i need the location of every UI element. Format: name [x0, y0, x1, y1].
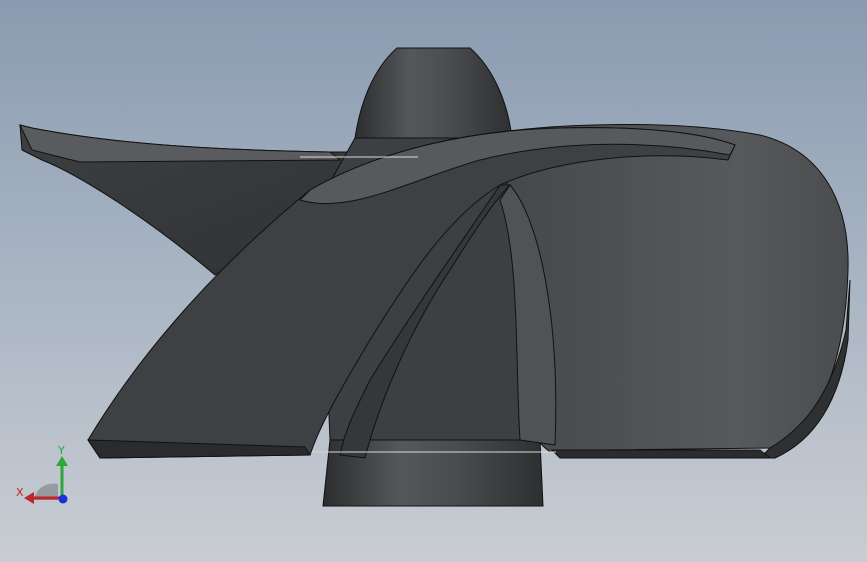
x-axis-label: X — [16, 486, 24, 499]
blade-right — [479, 123, 851, 459]
graphics-viewport[interactable]: X Y — [0, 0, 867, 562]
y-axis-arrow — [56, 456, 68, 466]
z-axis-dot — [58, 494, 68, 504]
axis-triad: X Y — [16, 444, 68, 504]
propeller-model[interactable] — [0, 0, 867, 562]
x-axis-arrow — [24, 492, 34, 504]
y-axis-label: Y — [57, 444, 65, 457]
hub-nose — [354, 47, 513, 139]
